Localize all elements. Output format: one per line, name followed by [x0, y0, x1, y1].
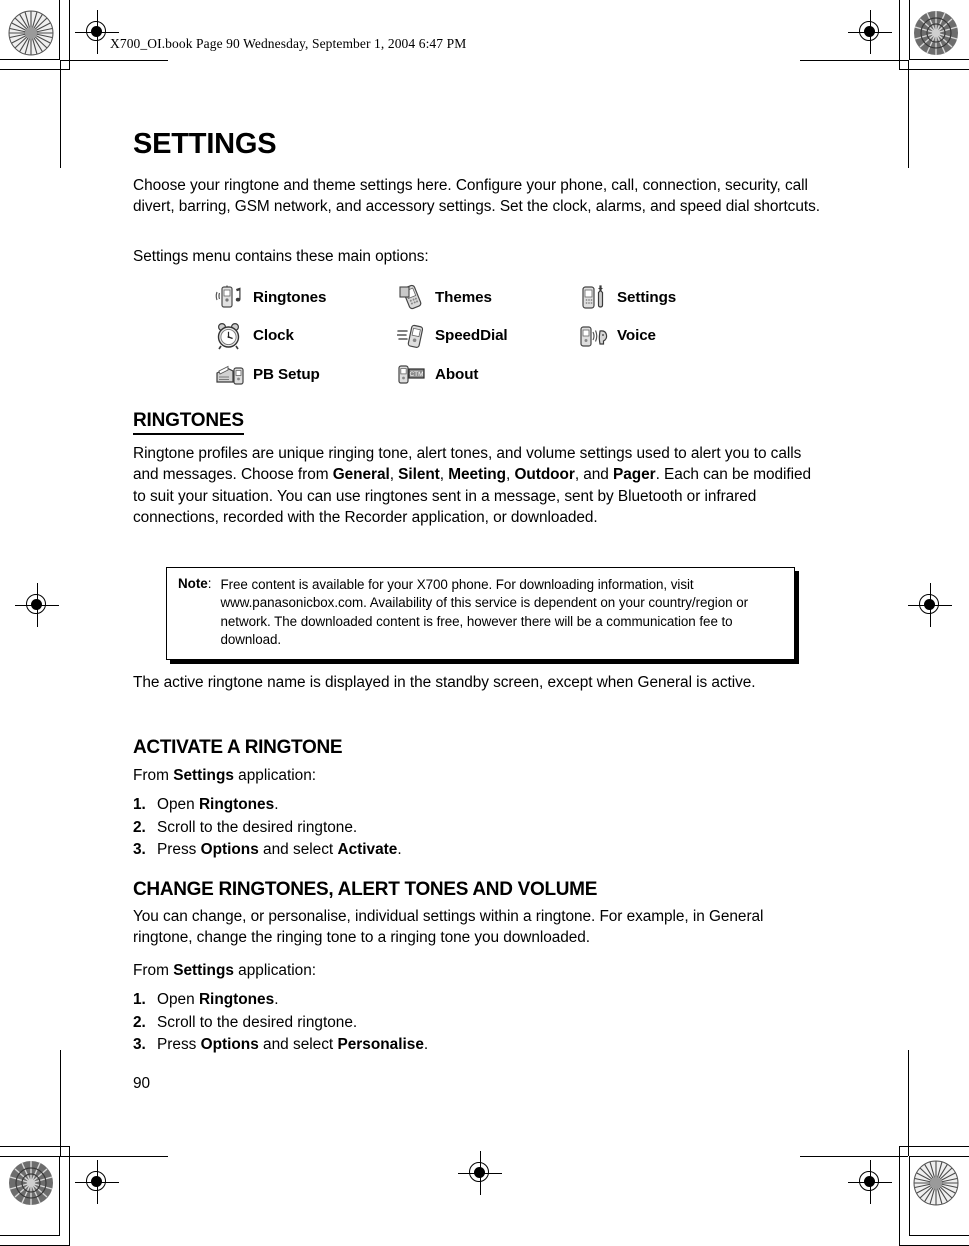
ringtones-heading: RINGTONES	[133, 410, 244, 435]
trim-line-left-lower	[60, 1050, 61, 1156]
phone-theme-icon	[397, 283, 427, 311]
trim-line-top-left	[60, 60, 168, 61]
phone-voice-icon	[579, 322, 609, 350]
ringtones-profile-outdoor: Outdoor	[514, 466, 575, 484]
change-from-line: From Settings application:	[133, 962, 317, 979]
change-steps-list: 1. Open Ringtones. 2. Scroll to the desi…	[133, 989, 428, 1057]
trim-line-right-lower	[908, 1050, 909, 1156]
registration-rosette-bottom-right	[913, 1160, 959, 1206]
menu-item-ringtones[interactable]: Ringtones	[215, 283, 397, 311]
settings-menu-grid: Ringtones Themes Settings Clock SpeedDia…	[215, 278, 761, 394]
registration-rosette-top-right	[913, 10, 959, 56]
ringtones-profile-silent: Silent	[398, 466, 440, 484]
activate-step-1: 1. Open Ringtones.	[133, 796, 279, 813]
note-callout: Note: Free content is available for your…	[166, 567, 795, 660]
ringtones-profile-meeting: Meeting	[448, 466, 507, 484]
trim-line-right	[908, 60, 909, 168]
change-ringtones-heading: CHANGE RINGTONES, ALERT TONES AND VOLUME	[133, 879, 598, 900]
trim-line-top-right	[800, 60, 908, 61]
menu-item-settings[interactable]: Settings	[579, 283, 761, 311]
menu-item-label: Voice	[617, 327, 656, 345]
menu-item-label: Clock	[253, 327, 294, 345]
menu-item-label: Ringtones	[253, 288, 327, 306]
phone-ringing-icon	[215, 283, 245, 311]
change-step-2: 2. Scroll to the desired ringtone.	[133, 1013, 358, 1031]
phone-tag-icon: CTM	[397, 360, 427, 388]
change-ringtones-paragraph: You can change, or personalise, individu…	[133, 908, 764, 947]
activate-step-3: 3. Press Options and select Activate.	[133, 841, 402, 859]
standby-paragraph: The active ringtone name is displayed in…	[133, 674, 756, 691]
menu-item-voice[interactable]: Voice	[579, 322, 761, 350]
registration-target-bottom-left	[75, 1160, 119, 1204]
menu-item-about[interactable]: CTM About	[397, 360, 579, 388]
phone-speed-icon	[396, 322, 427, 350]
registration-target-bottom-right	[848, 1160, 892, 1204]
ringtones-profile-general: General	[332, 466, 390, 484]
menu-intro-paragraph: Settings menu contains these main option…	[133, 248, 429, 265]
change-step-3: 3. Press Options and select Personalise.	[133, 1036, 429, 1054]
ringtones-text-5: , and	[574, 466, 614, 484]
activate-steps-list: 1. Open Ringtones. 2. Scroll to the desi…	[133, 794, 402, 862]
intro-paragraph: Choose your ringtone and theme settings …	[133, 177, 820, 216]
ringtones-paragraph: Ringtone profiles are unique ringing ton…	[133, 443, 827, 528]
registration-rosette-bottom-left	[8, 1160, 54, 1206]
menu-item-label: PB Setup	[253, 365, 320, 383]
menu-item-label: Themes	[435, 288, 492, 306]
ringtones-text-2: ,	[389, 466, 399, 484]
registration-rosette-top-left	[8, 10, 54, 56]
phone-wrench-icon	[579, 283, 609, 311]
ringtones-profile-pager: Pager	[613, 466, 656, 484]
menu-item-themes[interactable]: Themes	[397, 283, 579, 311]
page-number: 90	[133, 1075, 151, 1092]
page-title: SETTINGS	[133, 128, 277, 160]
file-header-note: X700_OI.book Page 90 Wednesday, Septembe…	[110, 36, 467, 51]
svg-text:CTM: CTM	[409, 371, 423, 378]
menu-item-pb-setup[interactable]: PB Setup	[215, 360, 397, 388]
trim-line-left	[60, 60, 61, 168]
trim-line-bottom-left	[60, 1156, 168, 1157]
registration-target-right-middle	[908, 583, 952, 627]
registration-target-bottom-center	[458, 1151, 502, 1195]
fax-phone-icon	[215, 360, 245, 388]
alarm-clock-icon	[215, 322, 245, 350]
activate-from-line: From Settings application:	[133, 767, 317, 784]
activate-step-2: 2. Scroll to the desired ringtone.	[133, 818, 358, 836]
ringtones-text-3: ,	[439, 466, 449, 484]
menu-item-label: Settings	[617, 288, 677, 306]
menu-item-speeddial[interactable]: SpeedDial	[396, 322, 579, 350]
note-label: Note:	[178, 576, 212, 591]
registration-target-left-middle	[15, 583, 59, 627]
note-box: Note: Free content is available for your…	[166, 567, 795, 660]
change-from-app: Settings	[173, 962, 234, 979]
change-step-1: 1. Open Ringtones.	[133, 991, 279, 1008]
menu-item-label: SpeedDial	[435, 327, 508, 345]
menu-item-clock[interactable]: Clock	[215, 322, 397, 350]
activate-ringtone-heading: ACTIVATE A RINGTONE	[133, 737, 343, 758]
activate-from-app: Settings	[173, 767, 234, 784]
trim-line-bottom-right	[800, 1156, 908, 1157]
note-text: Free content is available for your X700 …	[220, 577, 749, 648]
registration-target-top-right	[848, 10, 892, 54]
menu-item-label: About	[435, 365, 479, 383]
